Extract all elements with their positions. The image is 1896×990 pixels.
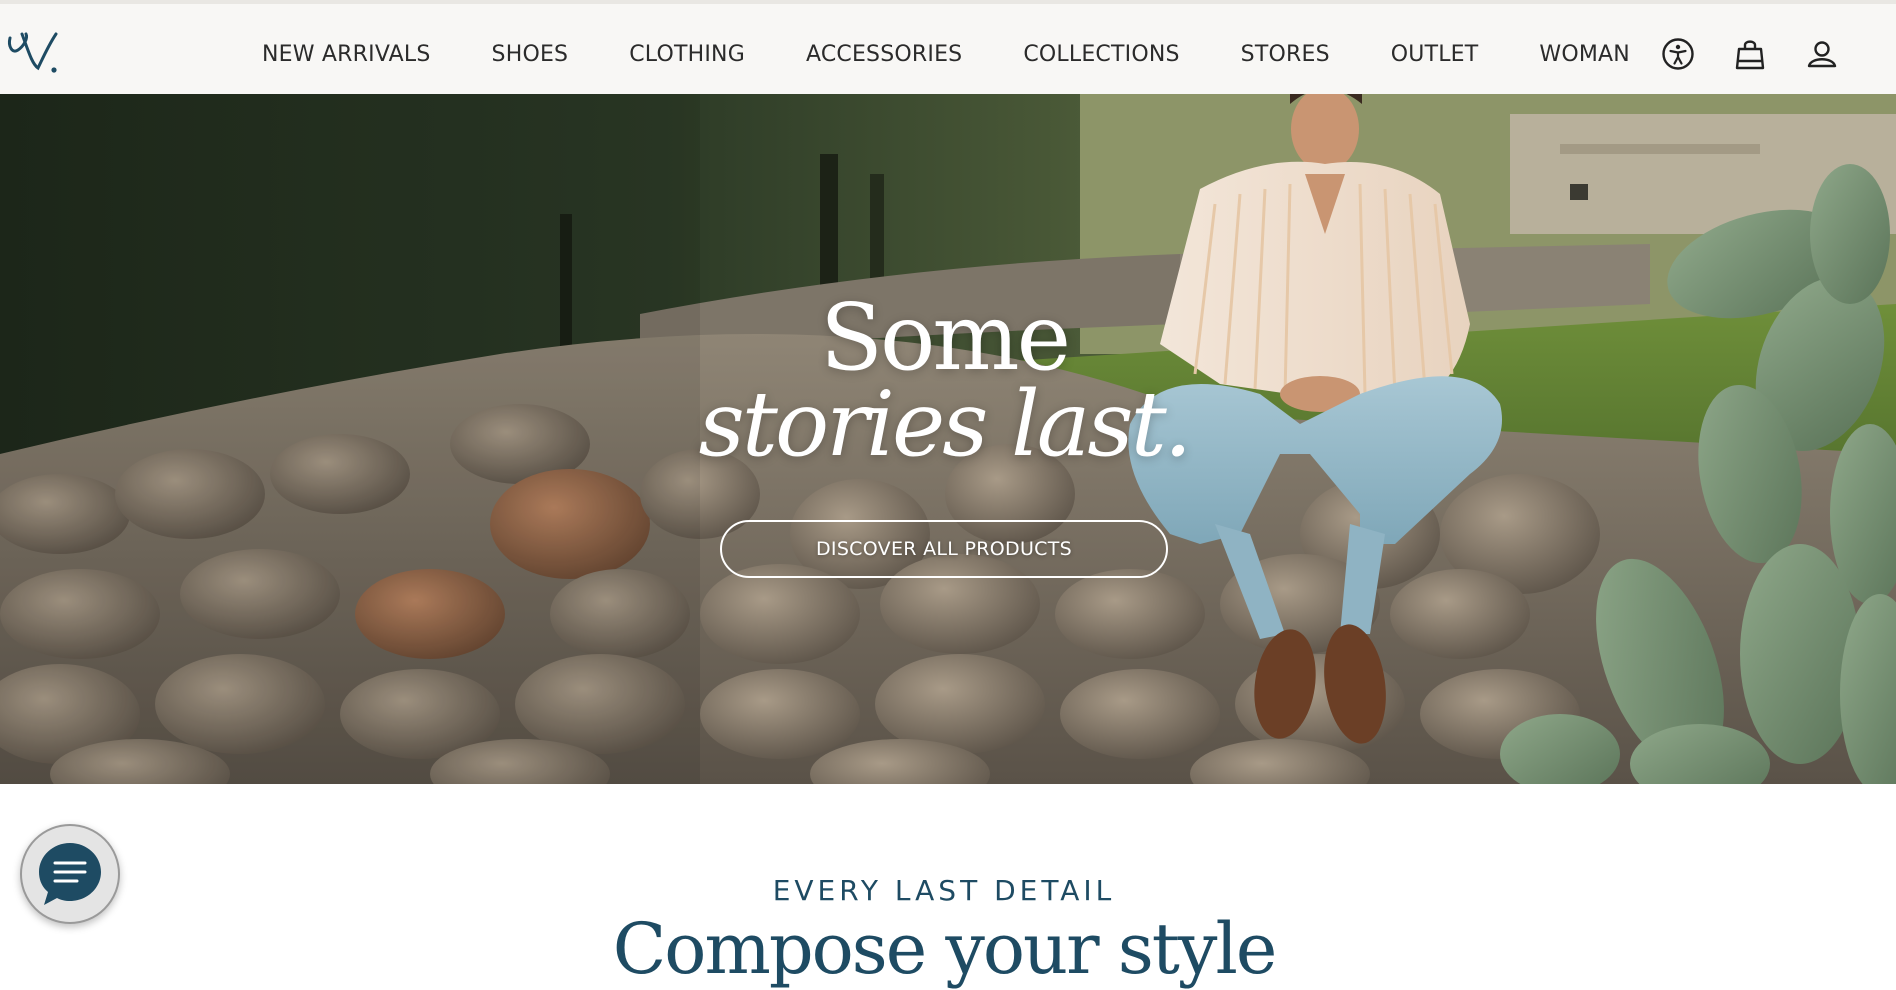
hero-title-line1: Some bbox=[819, 284, 1071, 391]
site-header: NEW ARRIVALS SHOES CLOTHING ACCESSORIES … bbox=[0, 0, 1896, 94]
nav-shoes[interactable]: SHOES bbox=[492, 42, 569, 67]
section-title: Compose your style bbox=[612, 908, 1278, 990]
chat-icon bbox=[39, 843, 101, 905]
nav-clothing[interactable]: CLOTHING bbox=[629, 42, 745, 67]
accessibility-button[interactable] bbox=[1658, 34, 1698, 74]
discover-all-products-button[interactable]: DISCOVER ALL PRODUCTS bbox=[720, 520, 1168, 578]
nav-new-arrivals[interactable]: NEW ARRIVALS bbox=[262, 42, 431, 67]
chat-button[interactable] bbox=[20, 824, 120, 924]
cart-button[interactable] bbox=[1730, 34, 1770, 74]
nav-stores[interactable]: STORES bbox=[1241, 42, 1330, 67]
nav-collections[interactable]: COLLECTIONS bbox=[1023, 42, 1179, 67]
section-eyebrow: EVERY LAST DETAIL bbox=[772, 874, 1116, 907]
main-navigation: NEW ARRIVALS SHOES CLOTHING ACCESSORIES … bbox=[262, 38, 1630, 70]
brand-logo-mark bbox=[8, 32, 58, 73]
hero-title-line2: stories last. bbox=[698, 372, 1193, 477]
shopping-bag-icon bbox=[1735, 40, 1765, 70]
hero-title: Some stories last. bbox=[0, 284, 1888, 477]
brand-logo[interactable] bbox=[4, 20, 64, 80]
header-actions bbox=[1656, 34, 1896, 74]
hero-banner: Some stories last. DISCOVER ALL PRODUCTS bbox=[0, 94, 1896, 784]
nav-outlet[interactable]: OUTLET bbox=[1391, 42, 1479, 67]
nav-accessories[interactable]: ACCESSORIES bbox=[806, 42, 962, 67]
user-account-icon bbox=[1807, 41, 1837, 68]
accessibility-icon bbox=[1662, 38, 1694, 70]
nav-woman[interactable]: WOMAN bbox=[1539, 42, 1630, 67]
account-button[interactable] bbox=[1802, 34, 1842, 74]
